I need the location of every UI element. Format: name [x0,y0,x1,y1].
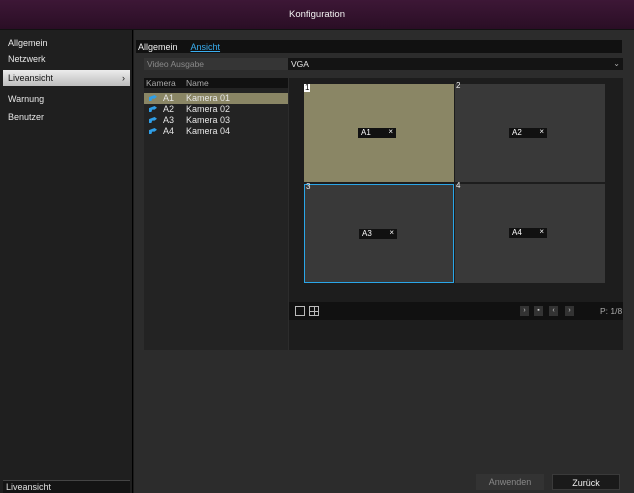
chevron-right-icon: › [122,73,125,83]
camera-name: Kamera 03 [186,115,231,125]
tile-camera-id: A3 [362,229,372,238]
video-output-select[interactable]: VGA ⌄ [288,58,623,70]
view-layout-preview: 1 A1 × 2 A2 × 3 A3 × 4 A4 × › ▪ ‹ › P: 1… [289,78,623,350]
tile-number: 2 [456,81,461,90]
sidebar-item-liveansicht[interactable]: Liveansicht › [3,70,130,86]
sidebar-item-warnung[interactable]: Warnung [3,91,130,107]
tile-number: 1 [304,83,311,92]
camera-row-a1[interactable]: A1 Kamera 01 [144,93,288,104]
video-output-value: VGA [291,59,309,69]
sidebar-item-label: Liveansicht [8,73,54,83]
camera-name: Kamera 01 [186,93,231,103]
sidebar-item-allgemein[interactable]: Allgemein [3,35,130,51]
chevron-down-icon: ⌄ [613,59,620,68]
camera-icon [149,95,157,101]
sidebar-item-label: Allgemein [8,38,48,48]
back-button[interactable]: Zurück [552,474,620,490]
quad-view-icon[interactable] [309,306,319,316]
previous-page-icon[interactable]: ‹ [549,306,558,316]
main-panel: Allgemein Ansicht Video Ausgabe VGA ⌄ Ka… [134,30,634,493]
sidebar: Allgemein Netzwerk Liveansicht › Warnung… [0,30,133,493]
window-title: Konfiguration [289,9,345,20]
camera-icon [149,128,157,134]
layout-control-bar: › ▪ ‹ › P: 1/8 [289,302,623,320]
camera-row-a4[interactable]: A4 Kamera 04 [144,126,288,137]
camera-icon [149,117,157,123]
tile-camera-label: A2 × [509,127,547,138]
camera-id: A2 [163,104,175,114]
tile-camera-label: A1 × [358,127,396,138]
close-icon[interactable]: × [389,228,394,238]
tile-camera-id: A1 [361,128,371,137]
apply-button[interactable]: Anwenden [476,474,544,490]
video-output-row: Video Ausgabe VGA ⌄ [144,58,623,70]
sidebar-item-netzwerk[interactable]: Netzwerk [3,51,130,67]
stop-icon[interactable]: ▪ [534,306,543,316]
camera-icon [149,106,157,112]
view-tile-3[interactable]: 3 A3 × [304,182,454,283]
single-view-icon[interactable] [295,306,305,316]
view-tile-4[interactable]: 4 A4 × [455,181,605,283]
sidebar-item-benutzer[interactable]: Benutzer [3,109,130,125]
tab-bar: Allgemein Ansicht [136,40,622,53]
camera-id: A4 [163,126,175,136]
view-tile-2[interactable]: 2 A2 × [455,81,605,182]
tab-ansicht[interactable]: Ansicht [189,42,221,52]
next-page-icon[interactable]: › [565,306,574,316]
camera-list-header: Kamera Name [144,78,288,88]
play-icon[interactable]: › [520,306,529,316]
tile-camera-id: A4 [512,228,522,237]
tile-number: 4 [456,181,461,190]
close-icon[interactable]: × [539,227,544,237]
close-icon[interactable]: × [388,127,393,137]
camera-row-a3[interactable]: A3 Kamera 03 [144,115,288,126]
video-output-label: Video Ausgabe [144,58,288,70]
camera-name: Kamera 02 [186,104,231,114]
window-titlebar: Konfiguration [0,0,634,30]
close-icon[interactable]: × [539,127,544,137]
sidebar-item-label: Netzwerk [8,54,46,64]
camera-row-a2[interactable]: A2 Kamera 02 [144,104,288,115]
tab-allgemein[interactable]: Allgemein [136,42,178,52]
tile-camera-id: A2 [512,128,522,137]
sidebar-item-label: Warnung [8,94,45,104]
column-header-name: Name [186,78,209,88]
camera-list: Kamera Name A1 Kamera 01 A2 Kamera 02 A3… [144,78,288,350]
tile-number: 3 [306,182,311,191]
sidebar-item-label: Benutzer [8,112,45,122]
camera-name: Kamera 04 [186,126,231,136]
tile-camera-label: A4 × [509,227,547,238]
view-tile-1[interactable]: 1 A1 × [304,84,454,182]
live-view-label: Liveansicht [6,482,52,492]
live-view-button[interactable]: Liveansicht [3,480,130,493]
camera-id: A3 [163,115,175,125]
column-header-camera: Kamera [146,78,176,88]
tile-camera-label: A3 × [359,228,397,239]
page-indicator: P: 1/8 [600,306,623,316]
camera-id: A1 [163,93,175,103]
